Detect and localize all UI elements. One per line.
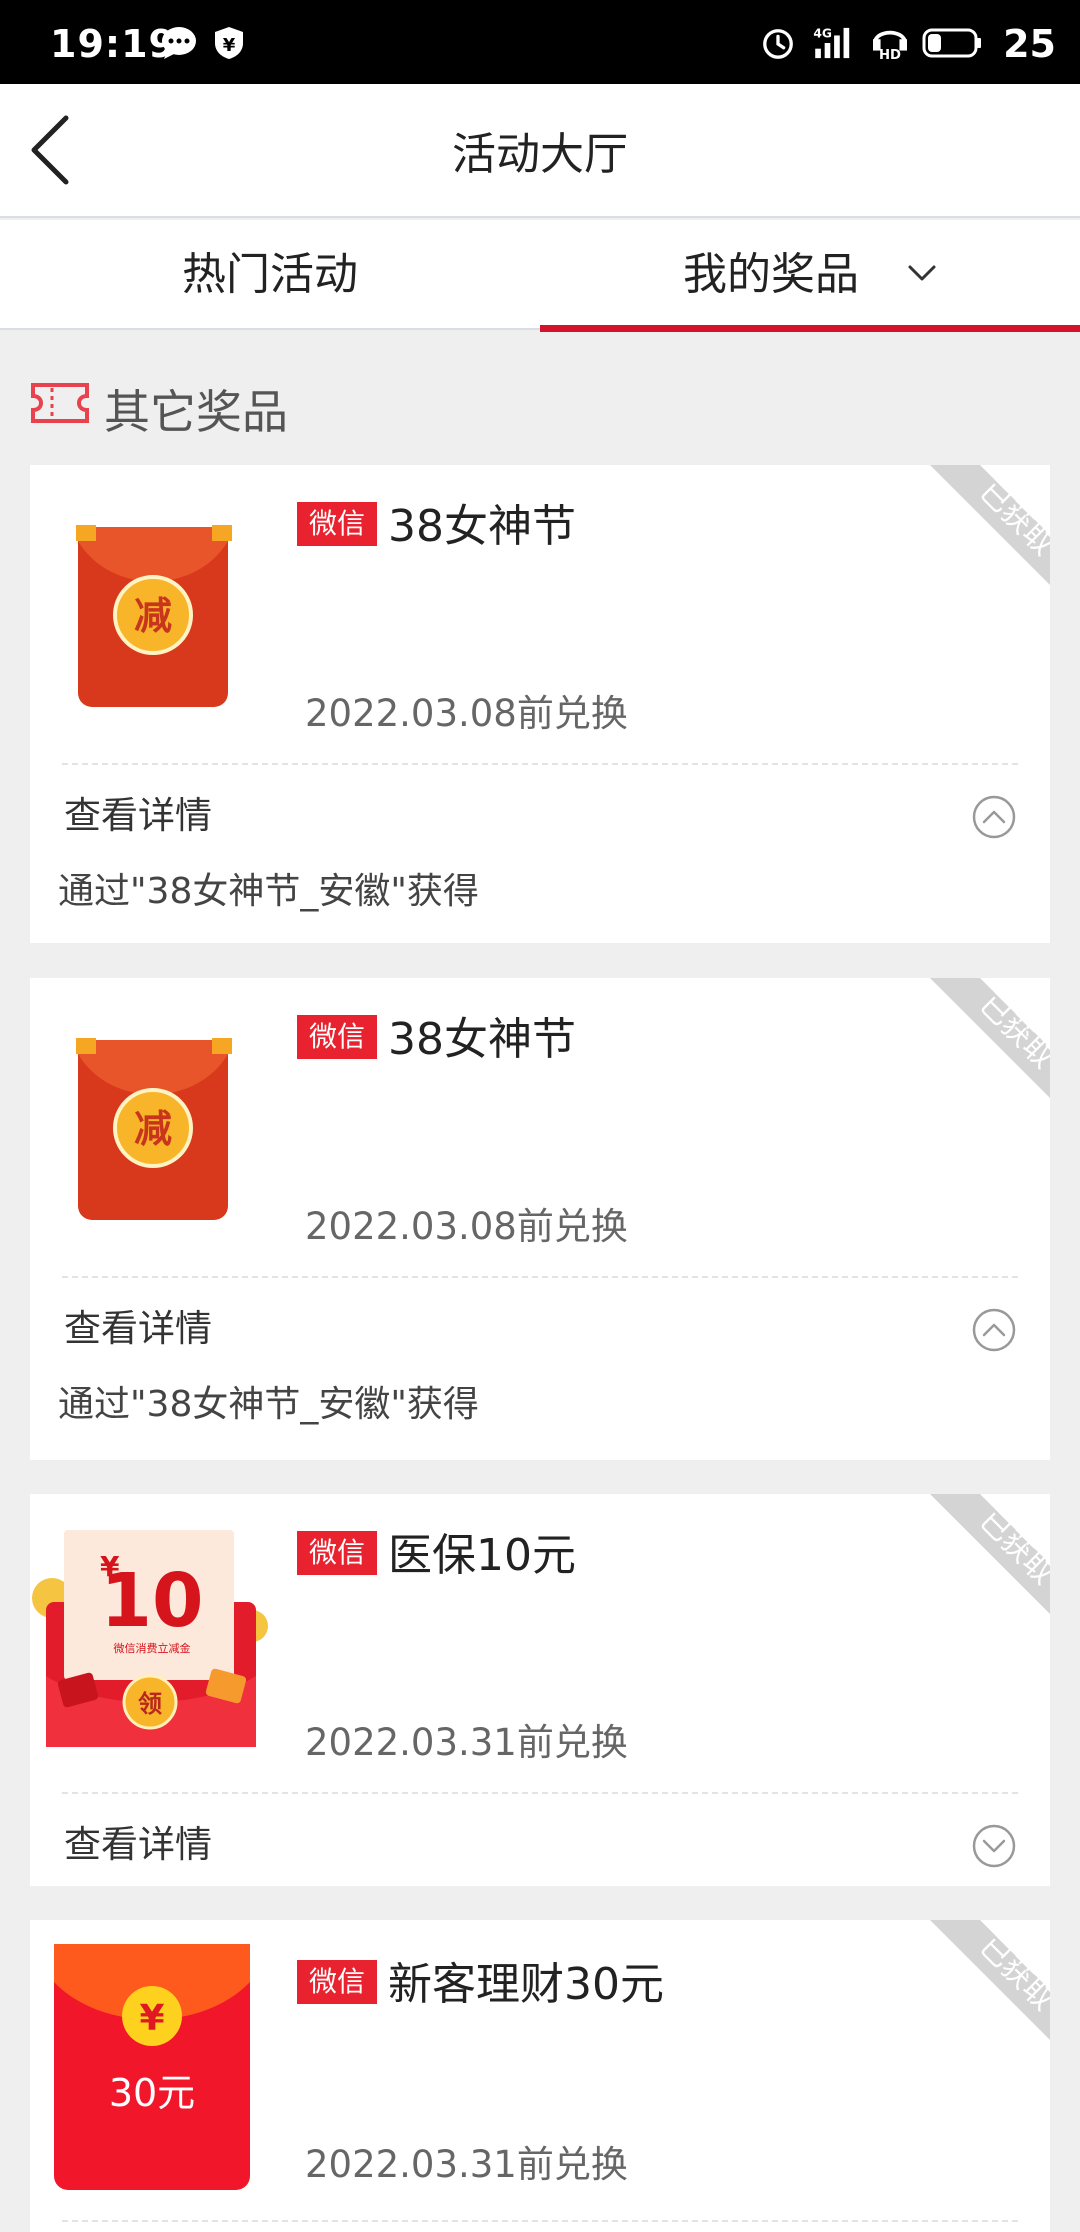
prize-expire-date: 2022.03.08前兑换: [305, 1205, 628, 1248]
envelope-currency: ¥: [139, 1998, 164, 2039]
section-title: 其它奖品: [104, 385, 288, 439]
chevron-down-icon[interactable]: [907, 263, 937, 283]
wechat-badge: 微信: [297, 1960, 377, 2004]
tab-hot-activities[interactable]: 热门活动: [0, 220, 540, 330]
signal-icon: 4G: [813, 26, 850, 59]
card-divider: [62, 2220, 1018, 2222]
chevron-up-circle-icon[interactable]: [972, 1308, 1016, 1352]
view-details-link[interactable]: 查看详情: [64, 785, 212, 839]
alarm-icon: [763, 29, 793, 59]
hd-icon: HD: [873, 30, 907, 60]
prize-name: 38女神节: [388, 501, 576, 552]
wechat-badge: 微信: [297, 1531, 377, 1575]
prize-name: 新客理财30元: [388, 1959, 664, 2010]
prize-card: ¥ 10 微信消费立减金 领 微信 医保10元 2022.03.31前兑换 已获…: [30, 1494, 1050, 1886]
prize-expire-date: 2022.03.08前兑换: [305, 692, 628, 735]
wechat-badge: 微信: [297, 502, 377, 546]
battery-level: 25: [1003, 22, 1056, 66]
page-title: 活动大厅: [452, 129, 628, 180]
header-bar: 活动大厅: [0, 84, 1080, 218]
prize-name: 38女神节: [388, 1014, 576, 1065]
tab-my-prizes[interactable]: 我的奖品: [540, 220, 1080, 332]
shield-yen-icon: ¥: [215, 27, 243, 59]
view-details-link[interactable]: 查看详情: [64, 1298, 212, 1352]
tab-label: 我的奖品: [683, 249, 859, 300]
card-divider: [62, 1276, 1018, 1278]
prize-card: ¥ 30元 微信 新客理财30元 2022.03.31前兑换 已获取: [30, 1920, 1050, 2232]
wechat-badge: 微信: [297, 1015, 377, 1059]
svg-text:HD: HD: [879, 48, 901, 60]
battery-icon: [922, 28, 981, 58]
red-envelope-30-image: ¥ 30元: [54, 1944, 250, 2190]
tab-bar: 热门活动 我的奖品: [0, 220, 1080, 332]
envelope-char: 减: [134, 594, 172, 638]
coupon-envelope-image: ¥ 10 微信消费立减金 领: [32, 1530, 268, 1747]
prize-expire-date: 2022.03.31前兑换: [305, 1721, 628, 1764]
prize-expire-date: 2022.03.31前兑换: [305, 2143, 628, 2186]
svg-text:¥: ¥: [223, 35, 236, 56]
chat-bubble-icon: [162, 27, 196, 59]
card-divider: [62, 1792, 1018, 1794]
prize-card: 减 微信 38女神节 2022.03.08前兑换 已获取 查看详情 通过"38女…: [30, 978, 1050, 1460]
envelope-amount: 30元: [109, 2071, 195, 2115]
network-type: 4G: [813, 26, 832, 40]
active-tab-indicator: [540, 325, 1080, 332]
chevron-up-circle-icon[interactable]: [972, 795, 1016, 839]
status-ribbon: 已获取: [930, 465, 1050, 585]
view-details-link[interactable]: 查看详情: [64, 1814, 212, 1868]
coupon-caption: 微信消费立减金: [114, 1641, 191, 1655]
detail-description: 通过"38女神节_安徽"获得: [58, 1384, 479, 1425]
coupon-button-char: 领: [138, 1690, 162, 1718]
ticket-icon: [31, 383, 89, 423]
envelope-char: 减: [134, 1107, 172, 1151]
card-divider: [62, 763, 1018, 765]
status-ribbon: 已获取: [930, 978, 1050, 1098]
tab-label: 热门活动: [182, 249, 358, 300]
status-time: 19:19: [50, 22, 176, 66]
status-ribbon: 已获取: [930, 1494, 1050, 1614]
red-envelope-image: 减: [76, 525, 232, 707]
coupon-amount: 10: [101, 1558, 204, 1644]
prize-name: 医保10元: [388, 1530, 576, 1581]
red-envelope-image: 减: [76, 1038, 232, 1220]
chevron-down-circle-icon[interactable]: [972, 1824, 1016, 1868]
detail-description: 通过"38女神节_安徽"获得: [58, 871, 479, 912]
prize-card: 减 微信 38女神节 2022.03.08前兑换 已获取 查看详情 通过"38女…: [30, 465, 1050, 943]
status-bar: 19:19 ¥ 4G HD 25: [0, 0, 1080, 84]
status-ribbon: 已获取: [930, 1920, 1050, 2040]
